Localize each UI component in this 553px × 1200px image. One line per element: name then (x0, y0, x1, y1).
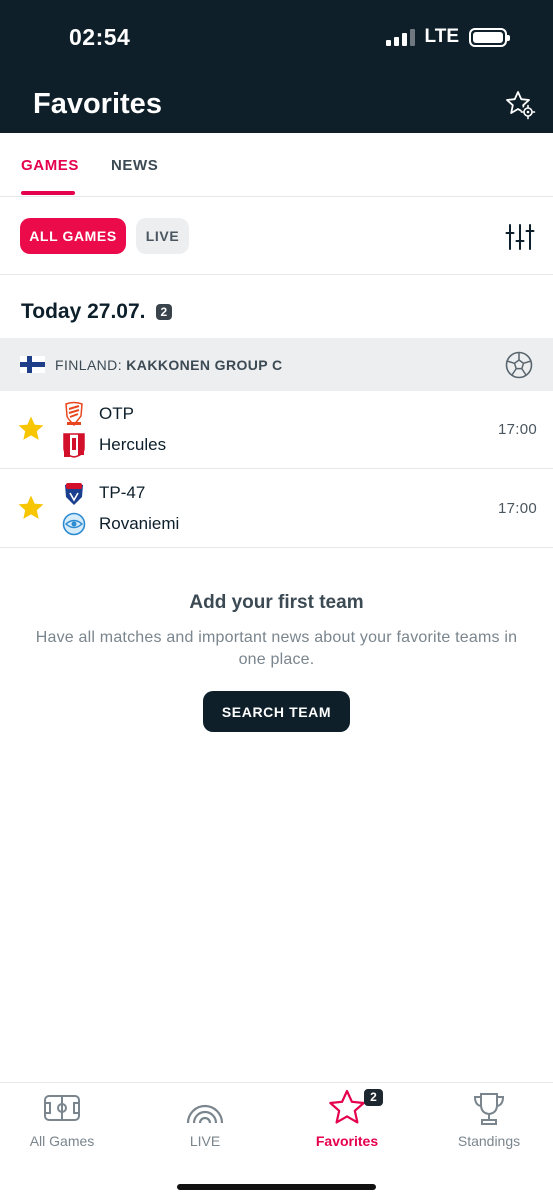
filter-settings-icon[interactable] (505, 222, 535, 252)
trophy-icon (473, 1093, 505, 1125)
finland-flag-icon (20, 356, 45, 373)
match-count-badge: 2 (155, 304, 173, 320)
battery-icon (469, 27, 510, 47)
nav-all-games[interactable]: All Games (0, 1083, 131, 1163)
date-label: Today 27.07. (21, 300, 146, 323)
signal-icon (385, 28, 415, 46)
home-team-name: OTP (99, 404, 134, 423)
otp-crest-icon (65, 401, 83, 427)
favorites-count-badge: 2 (364, 1089, 383, 1106)
filter-bar: ALL GAMES LIVE (0, 197, 553, 275)
home-team-name: TP-47 (99, 483, 146, 502)
pitch-icon (44, 1095, 80, 1121)
bottom-navigation: All Games LIVE Favorites Standings (0, 1082, 553, 1200)
page-title: Favorites (33, 88, 162, 120)
match-row[interactable]: OTP Hercules 17:00 (0, 391, 553, 469)
network-label: LTE (424, 26, 459, 47)
match-row[interactable]: TP-47 Rovaniemi 17:00 (0, 470, 553, 548)
home-team: TP-47 (62, 480, 145, 506)
tab-games[interactable]: GAMES (21, 157, 79, 174)
tab-news[interactable]: NEWS (111, 157, 158, 174)
tp47-crest-icon (65, 483, 83, 505)
date-heading: Today 27.07. 2 (21, 300, 173, 324)
filter-live-chip[interactable]: LIVE (136, 218, 189, 254)
status-indicators: LTE (385, 26, 510, 48)
away-team: Hercules (62, 432, 166, 458)
match-time: 17:00 (497, 421, 537, 438)
nav-favorites[interactable]: Favorites (278, 1083, 416, 1163)
nav-label: Standings (457, 1133, 521, 1149)
soccer-ball-icon (505, 351, 533, 379)
active-tab-indicator (21, 191, 75, 195)
home-team: OTP (62, 401, 134, 427)
live-signal-icon (186, 1104, 224, 1124)
league-title: FINLAND: KAKKONEN GROUP C (55, 357, 283, 373)
status-time: 02:54 (69, 24, 131, 50)
home-indicator[interactable] (177, 1184, 376, 1190)
away-team-name: Rovaniemi (99, 514, 180, 533)
favorite-star-icon[interactable] (17, 494, 45, 522)
nav-standings[interactable]: Standings (420, 1083, 553, 1163)
nav-label: LIVE (189, 1133, 221, 1149)
rovaniemi-crest-icon (62, 512, 86, 536)
hercules-crest-icon (63, 433, 85, 458)
away-team-name: Hercules (99, 435, 167, 454)
league-header[interactable]: FINLAND: KAKKONEN GROUP C (0, 338, 553, 391)
nav-label: Favorites (315, 1133, 379, 1149)
league-name: KAKKONEN GROUP C (126, 357, 283, 373)
match-time: 17:00 (497, 500, 537, 517)
empty-state-description: Have all matches and important news abou… (35, 629, 518, 668)
filter-all-games-chip[interactable]: ALL GAMES (20, 218, 126, 254)
away-team: Rovaniemi (62, 511, 179, 537)
favorites-settings-icon[interactable] (504, 89, 536, 121)
league-country: FINLAND: (55, 357, 122, 373)
search-team-button[interactable]: SEARCH TEAM (203, 691, 350, 732)
content-tabs: GAMES NEWS (0, 133, 553, 197)
app-header: 02:54 LTE Favorites (0, 0, 553, 133)
empty-state-title: Add your first team (189, 592, 364, 613)
favorite-star-icon[interactable] (17, 415, 45, 443)
nav-live[interactable]: LIVE (136, 1083, 274, 1163)
nav-label: All Games (29, 1133, 95, 1149)
star-icon (329, 1089, 365, 1124)
